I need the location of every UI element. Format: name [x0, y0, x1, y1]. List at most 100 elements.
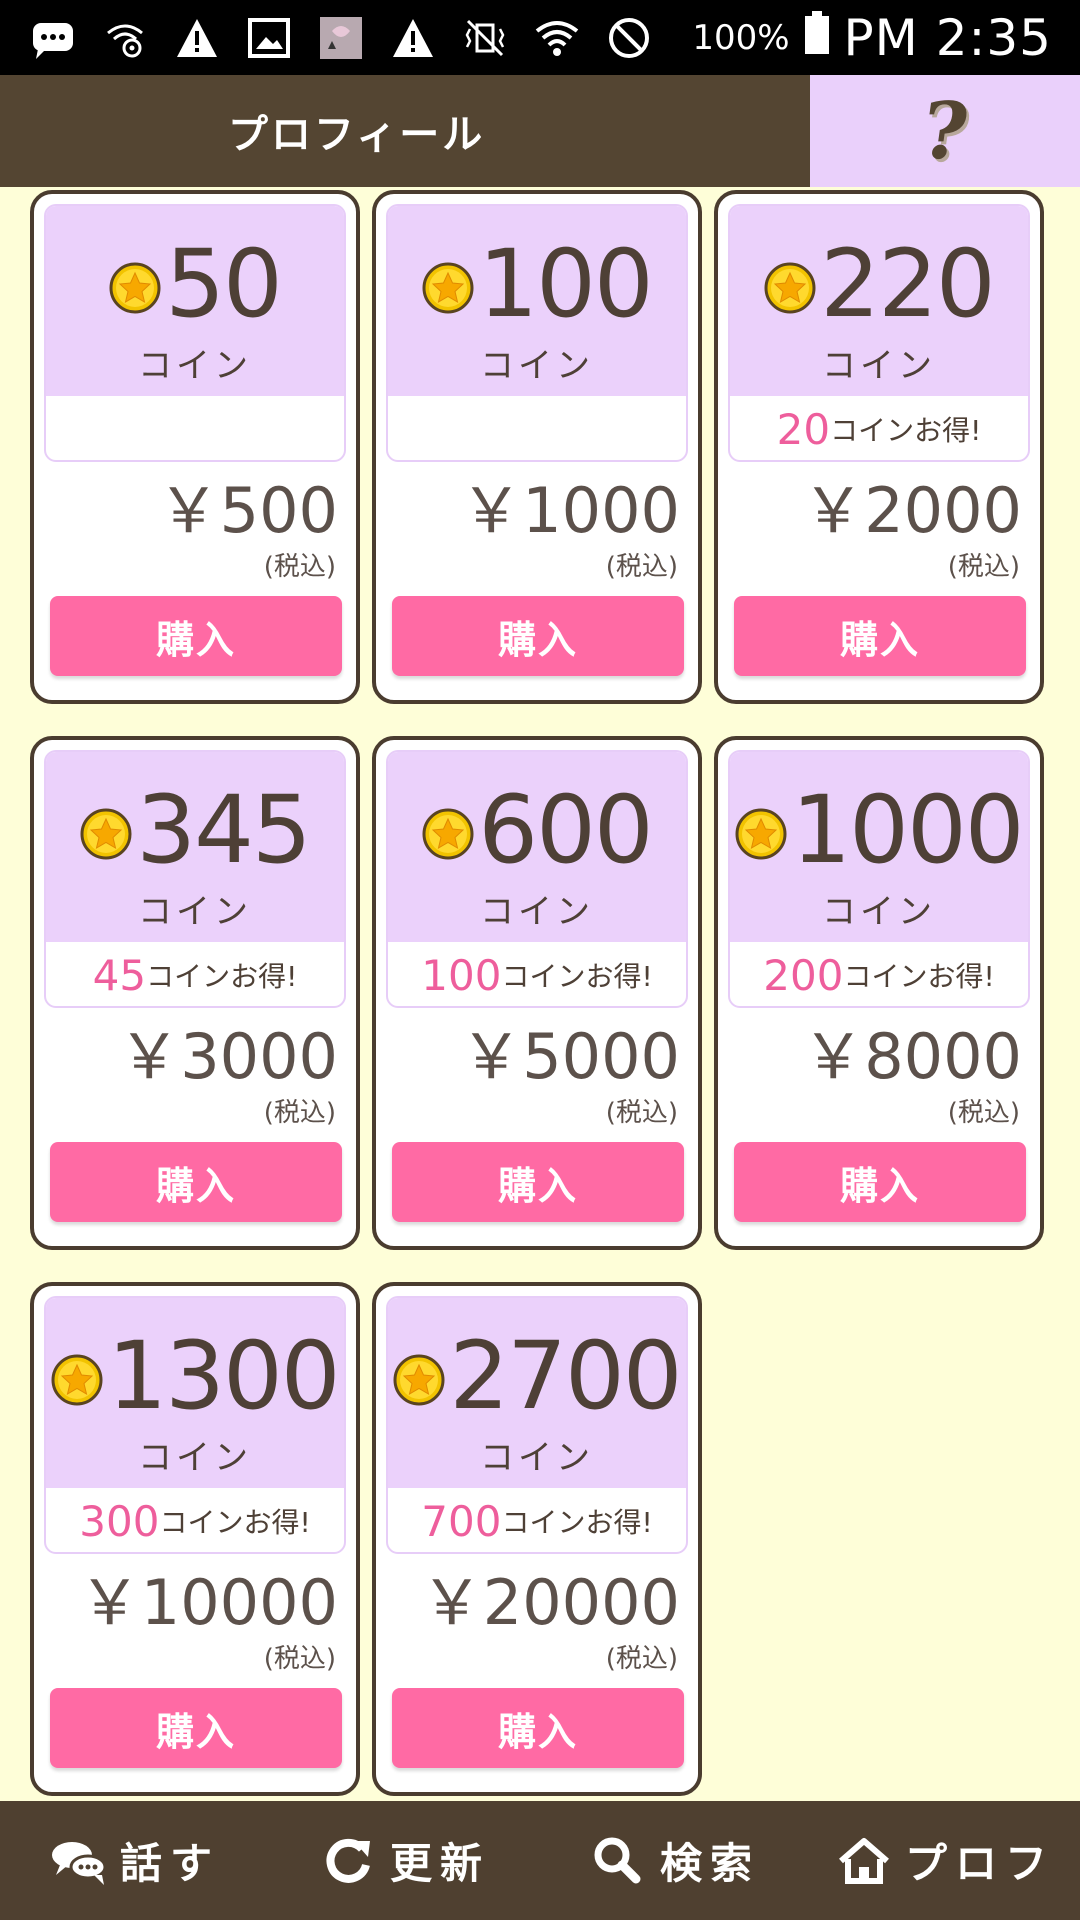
- clock: PM 2:35: [843, 8, 1052, 67]
- tax-included-label: (税込): [605, 1098, 678, 1128]
- coin-row: 1000: [735, 775, 1025, 886]
- coin-product-grid: 50 コイン ￥500 (税込) 購入 100 コイン ￥1000 (税込) 購…: [30, 190, 1050, 1796]
- bonus-label: 100 コインお得!: [388, 942, 686, 1006]
- price: ￥500: [157, 474, 338, 547]
- coin-product-card: 220 コイン 20 コインお得! ￥2000 (税込) 購入: [714, 190, 1044, 704]
- message-icon: [28, 15, 78, 61]
- coin-info-panel: 1300 コイン 300 コインお得!: [44, 1296, 346, 1554]
- buy-button[interactable]: 購入: [392, 1688, 684, 1768]
- coin-row: 600: [422, 775, 654, 886]
- refresh-icon: [326, 1838, 370, 1883]
- bonus-amount: 200: [763, 950, 844, 1000]
- price: ￥3000: [118, 1020, 338, 1093]
- coin-product-card: 1300 コイン 300 コインお得! ￥10000 (税込) 購入: [30, 1282, 360, 1796]
- tax-included-label: (税込): [263, 552, 336, 582]
- star-coin-icon: [735, 808, 787, 859]
- bonus-suffix: コインお得!: [501, 1506, 653, 1539]
- nav-item-talk[interactable]: 話す: [0, 1801, 270, 1920]
- coin-unit-label: コイン: [822, 891, 936, 932]
- image-icon: [244, 15, 294, 61]
- tax-included-label: (税込): [605, 552, 678, 582]
- buy-button[interactable]: 購入: [50, 596, 342, 676]
- status-bar: 100% PM 2:35: [0, 0, 1080, 75]
- buy-button[interactable]: 購入: [50, 1688, 342, 1768]
- help-icon: ?: [915, 85, 975, 177]
- star-coin-icon: [393, 1354, 445, 1405]
- coin-row: 1300: [51, 1321, 341, 1432]
- star-coin-icon: [51, 1354, 103, 1405]
- coin-amount: 220: [820, 229, 995, 339]
- bonus-amount: 45: [92, 950, 147, 1000]
- coin-unit-label: コイン: [480, 345, 594, 386]
- coin-product-card: 100 コイン ￥1000 (税込) 購入: [372, 190, 702, 704]
- bottom-nav: 話す 更新 検索 プロフ: [0, 1801, 1080, 1920]
- notification-icons: [28, 15, 692, 61]
- bonus-suffix: コインお得!: [830, 414, 982, 447]
- bonus-suffix: コインお得!: [159, 1506, 311, 1539]
- wifi-icon: [532, 15, 582, 61]
- coin-row: 50: [109, 230, 283, 340]
- coin-product-card: 50 コイン ￥500 (税込) 購入: [30, 190, 360, 704]
- coin-amount: 1000: [791, 775, 1024, 885]
- coin-info-panel: 345 コイン 45 コインお得!: [44, 750, 346, 1008]
- coin-amount: 1300: [107, 1321, 340, 1431]
- coin-amount-area: 1000 コイン: [730, 752, 1028, 942]
- warning-icon: [172, 15, 222, 61]
- coin-row: 100: [422, 230, 654, 340]
- price: ￥8000: [802, 1020, 1022, 1093]
- coin-unit-label: コイン: [480, 891, 594, 932]
- coin-info-panel: 2700 コイン 700 コインお得!: [386, 1296, 688, 1554]
- home-icon: [839, 1837, 889, 1884]
- coin-info-panel: 100 コイン: [386, 204, 688, 462]
- coin-row: 220: [764, 229, 996, 340]
- buy-button[interactable]: 購入: [392, 1142, 684, 1222]
- coin-product-card: 600 コイン 100 コインお得! ￥5000 (税込) 購入: [372, 736, 702, 1250]
- nav-label-talk: 話す: [119, 1839, 220, 1888]
- coin-amount-area: 1300 コイン: [46, 1298, 344, 1488]
- wifi-settings-icon: [100, 15, 150, 61]
- nav-item-profile[interactable]: プロフ: [810, 1801, 1080, 1920]
- star-coin-icon: [764, 262, 816, 313]
- star-coin-icon: [422, 808, 474, 859]
- buy-button[interactable]: 購入: [392, 596, 684, 676]
- coin-amount-area: 100 コイン: [388, 206, 686, 396]
- coin-info-panel: 50 コイン: [44, 204, 346, 462]
- price: ￥1000: [460, 474, 680, 547]
- nav-item-refresh[interactable]: 更新: [270, 1801, 540, 1920]
- app-thumbnail-icon: [316, 15, 366, 61]
- warning-icon: [388, 15, 438, 61]
- coin-amount: 600: [478, 775, 653, 885]
- star-coin-icon: [109, 262, 161, 313]
- nav-label-search: 検索: [659, 1839, 760, 1888]
- bonus-label: 300 コインお得!: [46, 1488, 344, 1552]
- price: ￥10000: [78, 1566, 338, 1639]
- coin-unit-label: コイン: [138, 1437, 252, 1478]
- app-header: プロフィール ?: [0, 75, 1080, 187]
- block-icon: [604, 15, 654, 61]
- buy-button[interactable]: 購入: [734, 1142, 1026, 1222]
- buy-button[interactable]: 購入: [50, 1142, 342, 1222]
- bonus-suffix: コインお得!: [146, 960, 298, 993]
- vibrate-off-icon: [460, 15, 510, 61]
- battery-icon: [804, 10, 830, 65]
- bonus-amount: 300: [79, 1496, 160, 1546]
- star-coin-icon: [422, 262, 474, 313]
- buy-button[interactable]: 購入: [734, 596, 1026, 676]
- nav-label-profile: プロフ: [904, 1839, 1055, 1888]
- coin-product-card: 2700 コイン 700 コインお得! ￥20000 (税込) 購入: [372, 1282, 702, 1796]
- tax-included-label: (税込): [947, 1098, 1020, 1128]
- help-button[interactable]: ?: [810, 75, 1080, 187]
- bonus-suffix: コインお得!: [501, 960, 653, 993]
- coin-info-panel: 1000 コイン 200 コインお得!: [728, 750, 1030, 1008]
- tax-included-label: (税込): [947, 552, 1020, 582]
- coin-amount-area: 50 コイン: [46, 206, 344, 396]
- bonus-label: 20 コインお得!: [730, 396, 1028, 460]
- page-title[interactable]: プロフィール: [0, 75, 810, 187]
- coin-unit-label: コイン: [138, 345, 252, 386]
- nav-item-search[interactable]: 検索: [540, 1801, 810, 1920]
- coin-info-panel: 600 コイン 100 コインお得!: [386, 750, 688, 1008]
- bonus-amount: 100: [421, 950, 502, 1000]
- coin-amount-area: 220 コイン: [730, 206, 1028, 396]
- status-right: 100% PM 2:35: [692, 9, 1052, 67]
- bonus-label: 200 コインお得!: [730, 942, 1028, 1006]
